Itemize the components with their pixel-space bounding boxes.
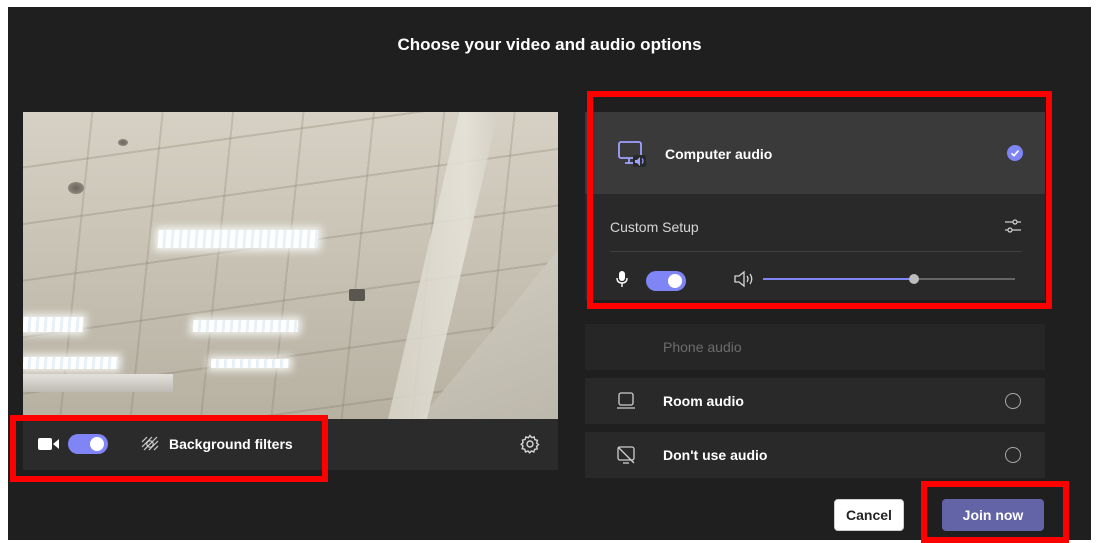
video-preview bbox=[23, 112, 558, 419]
computer-audio-option[interactable]: Computer audio Custom Setup bbox=[585, 112, 1045, 300]
phone-audio-option[interactable]: Phone audio bbox=[585, 324, 1045, 370]
room-audio-label: Room audio bbox=[663, 393, 744, 409]
video-toolbar: Background filters bbox=[23, 419, 558, 470]
ceiling-speaker bbox=[118, 139, 128, 146]
no-audio-option[interactable]: Don't use audio bbox=[585, 432, 1045, 478]
toggle-knob bbox=[90, 437, 104, 451]
ceiling-light bbox=[23, 357, 119, 369]
custom-setup-label: Custom Setup bbox=[610, 219, 699, 235]
toggle-knob bbox=[668, 274, 682, 288]
audio-settings-sliders-icon[interactable] bbox=[1003, 216, 1023, 236]
microphone-toggle[interactable] bbox=[646, 271, 686, 291]
volume-thumb[interactable] bbox=[909, 274, 920, 284]
microphone-icon bbox=[616, 271, 628, 287]
device-settings-icon[interactable] bbox=[520, 434, 540, 454]
air-conditioner bbox=[23, 374, 173, 392]
ceiling-light bbox=[23, 317, 84, 332]
computer-audio-label: Computer audio bbox=[665, 146, 773, 162]
video-camera-icon bbox=[38, 438, 59, 450]
checkmark-icon bbox=[1007, 145, 1023, 161]
ceiling-light bbox=[192, 320, 299, 332]
no-audio-radio[interactable] bbox=[1005, 447, 1021, 463]
ceiling-speaker bbox=[68, 182, 84, 194]
background-filters-label: Background filters bbox=[169, 436, 293, 452]
camera-toggle[interactable] bbox=[68, 434, 108, 454]
speaker-volume-icon bbox=[734, 270, 753, 288]
cancel-button[interactable]: Cancel bbox=[834, 499, 904, 531]
security-camera bbox=[349, 289, 365, 301]
no-audio-label: Don't use audio bbox=[663, 447, 768, 463]
volume-fill bbox=[763, 278, 915, 280]
divider bbox=[610, 251, 1022, 252]
speaker-volume-slider[interactable] bbox=[763, 274, 1015, 284]
background-filters-button[interactable]: Background filters bbox=[133, 429, 301, 459]
ceiling-light bbox=[157, 230, 319, 248]
room-audio-option[interactable]: Room audio bbox=[585, 378, 1045, 424]
room-audio-radio[interactable] bbox=[1005, 393, 1021, 409]
background-filters-icon bbox=[141, 436, 159, 451]
no-audio-icon bbox=[617, 446, 635, 464]
ceiling-light bbox=[210, 359, 290, 368]
room-audio-icon bbox=[617, 392, 635, 409]
computer-audio-icon bbox=[618, 141, 646, 167]
computer-audio-header[interactable]: Computer audio bbox=[585, 112, 1045, 194]
phone-audio-label: Phone audio bbox=[663, 339, 742, 355]
dialog-title: Choose your video and audio options bbox=[397, 35, 702, 54]
join-now-button[interactable]: Join now bbox=[942, 499, 1044, 531]
join-dialog: Choose your video and audio options Back… bbox=[8, 7, 1091, 540]
